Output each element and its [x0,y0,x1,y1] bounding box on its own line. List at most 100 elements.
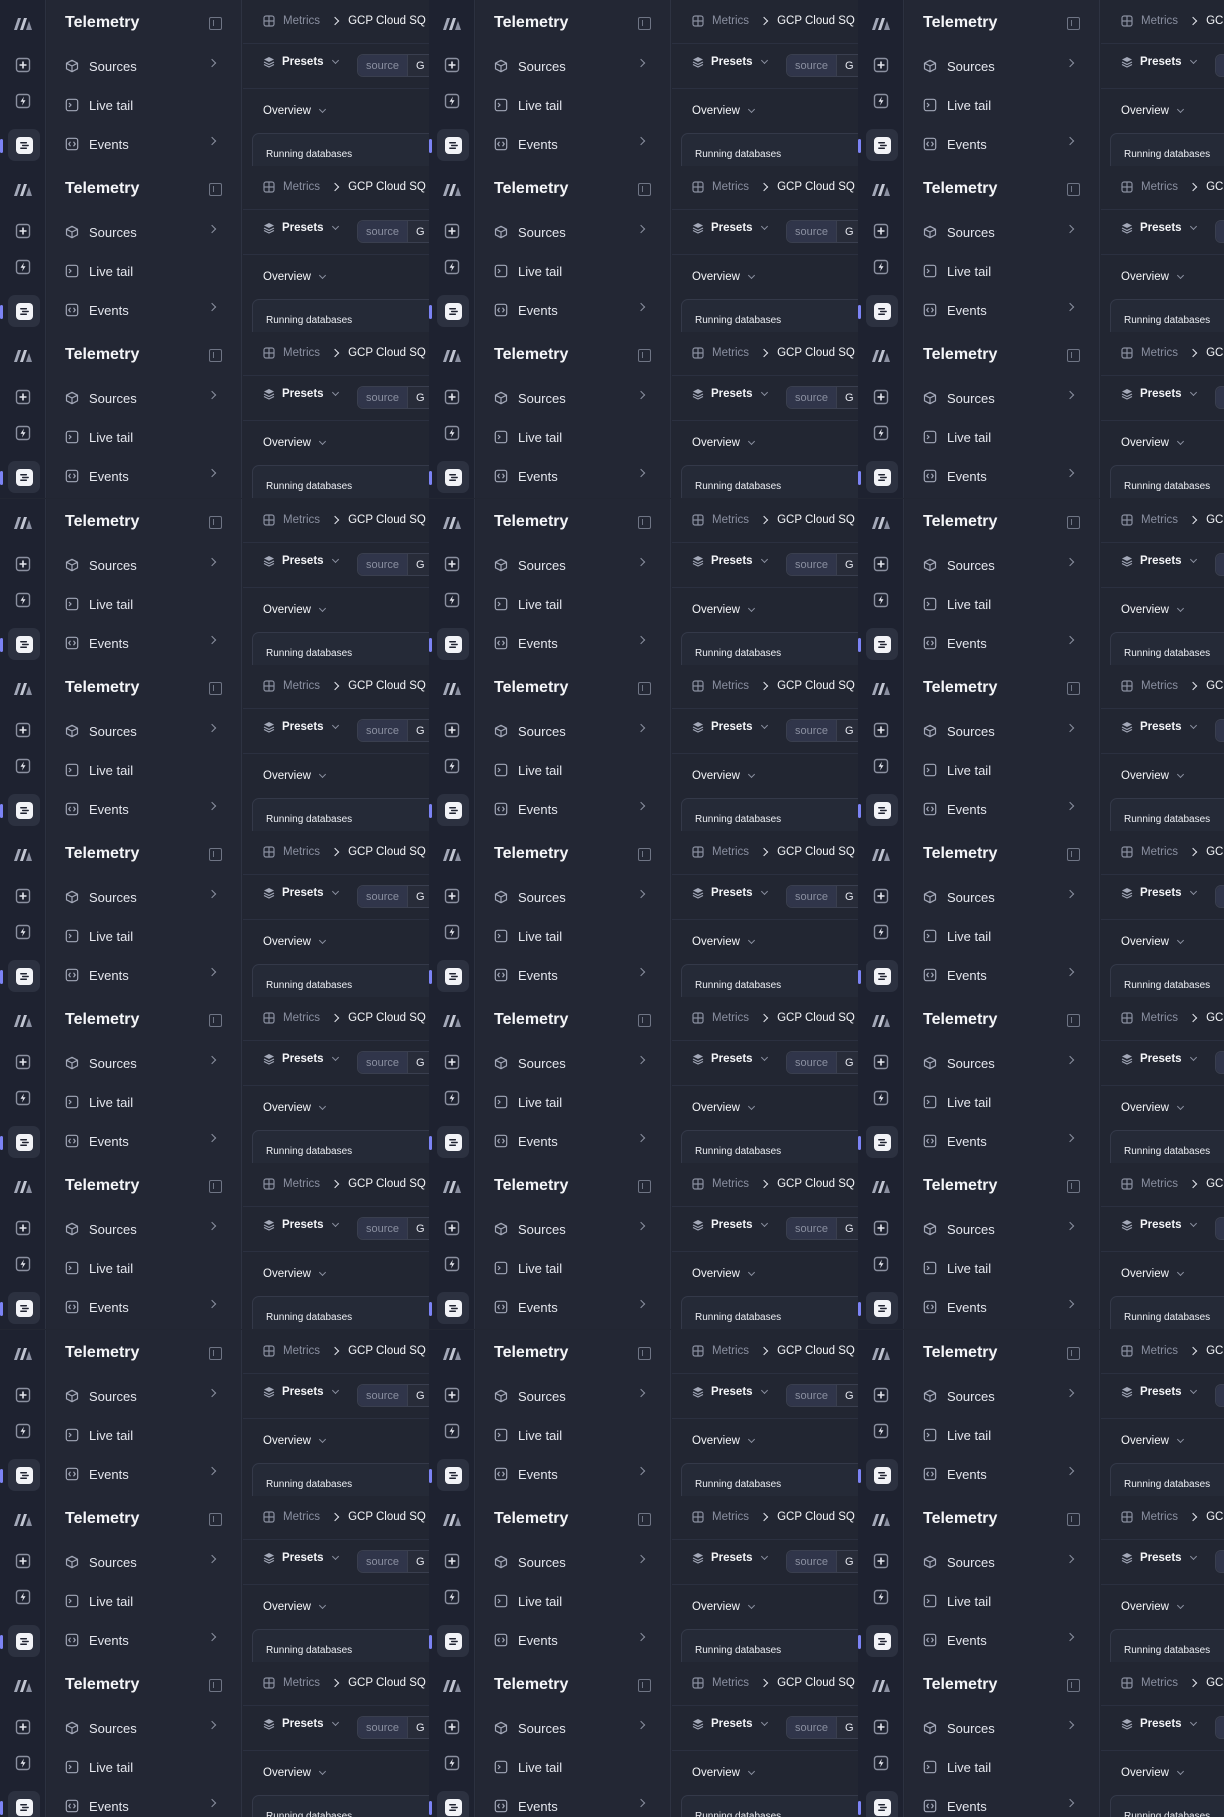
presets-dropdown[interactable]: Presets [263,56,339,68]
bolt-icon[interactable] [13,1088,33,1108]
sidebar-item-events[interactable]: Events [494,133,664,155]
sidebar-toggle-icon[interactable] [209,1180,222,1193]
breadcrumb-metrics[interactable]: Metrics [712,1345,749,1357]
sidebar-item-live-tail[interactable]: Live tail [494,94,664,116]
sidebar-item-live-tail[interactable]: Live tail [923,593,1093,615]
sidebar-item-live-tail[interactable]: Live tail [494,925,664,947]
running-databases-card[interactable]: Running databases [681,798,858,831]
sidebar-item-live-tail[interactable]: Live tail [923,1590,1093,1612]
sidebar-toggle-icon[interactable] [638,1180,651,1193]
sidebar-item-sources[interactable]: Sources [494,1218,664,1240]
source-filter[interactable]: source G [357,1051,429,1074]
source-filter[interactable]: source G [786,386,858,409]
presets-dropdown[interactable]: Presets [263,555,339,567]
sidebar-item-sources[interactable]: Sources [494,387,664,409]
sidebar-item-events[interactable]: Events [65,133,235,155]
sidebar-toggle-icon[interactable] [209,516,222,529]
sidebar-item-live-tail[interactable]: Live tail [923,260,1093,282]
breadcrumb-metrics[interactable]: Metrics [283,1677,320,1689]
presets-dropdown[interactable]: Presets [692,721,768,733]
source-filter[interactable]: source G [786,1716,858,1739]
source-filter[interactable]: source G [786,719,858,742]
sidebar-item-live-tail[interactable]: Live tail [494,1257,664,1279]
presets-dropdown[interactable]: Presets [1121,1386,1197,1398]
overview-dropdown[interactable]: Overview [1121,936,1184,948]
sidebar-toggle-icon[interactable] [1067,1679,1080,1692]
bolt-icon[interactable] [13,1753,33,1773]
sidebar-toggle-icon[interactable] [638,1347,651,1360]
sidebar-item-events[interactable]: Events [923,1629,1093,1651]
sidebar-item-events[interactable]: Events [494,1130,664,1152]
plus-square-icon[interactable] [442,1218,462,1238]
sidebar-item-events[interactable]: Events [494,964,664,986]
overview-dropdown[interactable]: Overview [1121,1601,1184,1613]
sidebar-item-events[interactable]: Events [923,133,1093,155]
running-databases-card[interactable]: Running databases [681,964,858,997]
plus-square-icon[interactable] [442,1052,462,1072]
sidebar-item-live-tail[interactable]: Live tail [923,1257,1093,1279]
running-databases-card[interactable]: Running databases [1110,1795,1224,1817]
sidebar-item-events[interactable]: Events [65,1795,235,1817]
dashboard-icon[interactable] [8,628,40,660]
breadcrumb-metrics[interactable]: Metrics [283,514,320,526]
overview-dropdown[interactable]: Overview [1121,1102,1184,1114]
sidebar-item-events[interactable]: Events [65,964,235,986]
bolt-icon[interactable] [442,590,462,610]
plus-square-icon[interactable] [442,554,462,574]
presets-dropdown[interactable]: Presets [263,222,339,234]
dashboard-icon[interactable] [866,794,898,826]
breadcrumb-metrics[interactable]: Metrics [712,1012,749,1024]
sidebar-toggle-icon[interactable] [1067,183,1080,196]
sidebar-item-live-tail[interactable]: Live tail [65,94,235,116]
dashboard-icon[interactable] [437,1791,469,1817]
breadcrumb-metrics[interactable]: Metrics [1141,15,1178,27]
running-databases-card[interactable]: Running databases [1110,632,1224,665]
running-databases-card[interactable]: Running databases [681,632,858,665]
running-databases-card[interactable]: Running databases [1110,133,1224,166]
breadcrumb-metrics[interactable]: Metrics [1141,514,1178,526]
sidebar-item-live-tail[interactable]: Live tail [923,1424,1093,1446]
sidebar-item-events[interactable]: Events [65,1130,235,1152]
presets-dropdown[interactable]: Presets [692,56,768,68]
plus-square-icon[interactable] [871,886,891,906]
dashboard-icon[interactable] [437,295,469,327]
bolt-icon[interactable] [13,91,33,111]
sidebar-item-live-tail[interactable]: Live tail [923,759,1093,781]
presets-dropdown[interactable]: Presets [1121,1718,1197,1730]
source-filter[interactable]: source G [357,885,429,908]
sidebar-item-events[interactable]: Events [923,632,1093,654]
breadcrumb-metrics[interactable]: Metrics [712,347,749,359]
overview-dropdown[interactable]: Overview [263,437,326,449]
dashboard-icon[interactable] [866,129,898,161]
dashboard-icon[interactable] [437,1292,469,1324]
plus-square-icon[interactable] [871,55,891,75]
running-databases-card[interactable]: Running databases [252,1296,429,1329]
sidebar-toggle-icon[interactable] [1067,1180,1080,1193]
dashboard-icon[interactable] [866,1292,898,1324]
dashboard-icon[interactable] [8,295,40,327]
presets-dropdown[interactable]: Presets [1121,56,1197,68]
running-databases-card[interactable]: Running databases [1110,1629,1224,1662]
sidebar-item-sources[interactable]: Sources [494,1385,664,1407]
sidebar-item-sources[interactable]: Sources [494,886,664,908]
source-filter[interactable]: source G [357,1217,429,1240]
sidebar-toggle-icon[interactable] [1067,349,1080,362]
bolt-icon[interactable] [13,922,33,942]
source-filter[interactable]: source G [357,1550,429,1573]
breadcrumb-metrics[interactable]: Metrics [283,680,320,692]
sidebar-item-live-tail[interactable]: Live tail [923,925,1093,947]
breadcrumb-metrics[interactable]: Metrics [1141,347,1178,359]
sidebar-item-events[interactable]: Events [65,465,235,487]
overview-dropdown[interactable]: Overview [263,1767,326,1779]
presets-dropdown[interactable]: Presets [263,887,339,899]
sidebar-item-sources[interactable]: Sources [65,886,235,908]
source-filter[interactable]: source G [786,885,858,908]
bolt-icon[interactable] [13,423,33,443]
source-filter[interactable]: source G [357,719,429,742]
breadcrumb-metrics[interactable]: Metrics [1141,1178,1178,1190]
dashboard-icon[interactable] [866,1625,898,1657]
source-filter[interactable]: source G [786,1217,858,1240]
presets-dropdown[interactable]: Presets [692,1219,768,1231]
breadcrumb-metrics[interactable]: Metrics [1141,1012,1178,1024]
sidebar-item-sources[interactable]: Sources [65,221,235,243]
